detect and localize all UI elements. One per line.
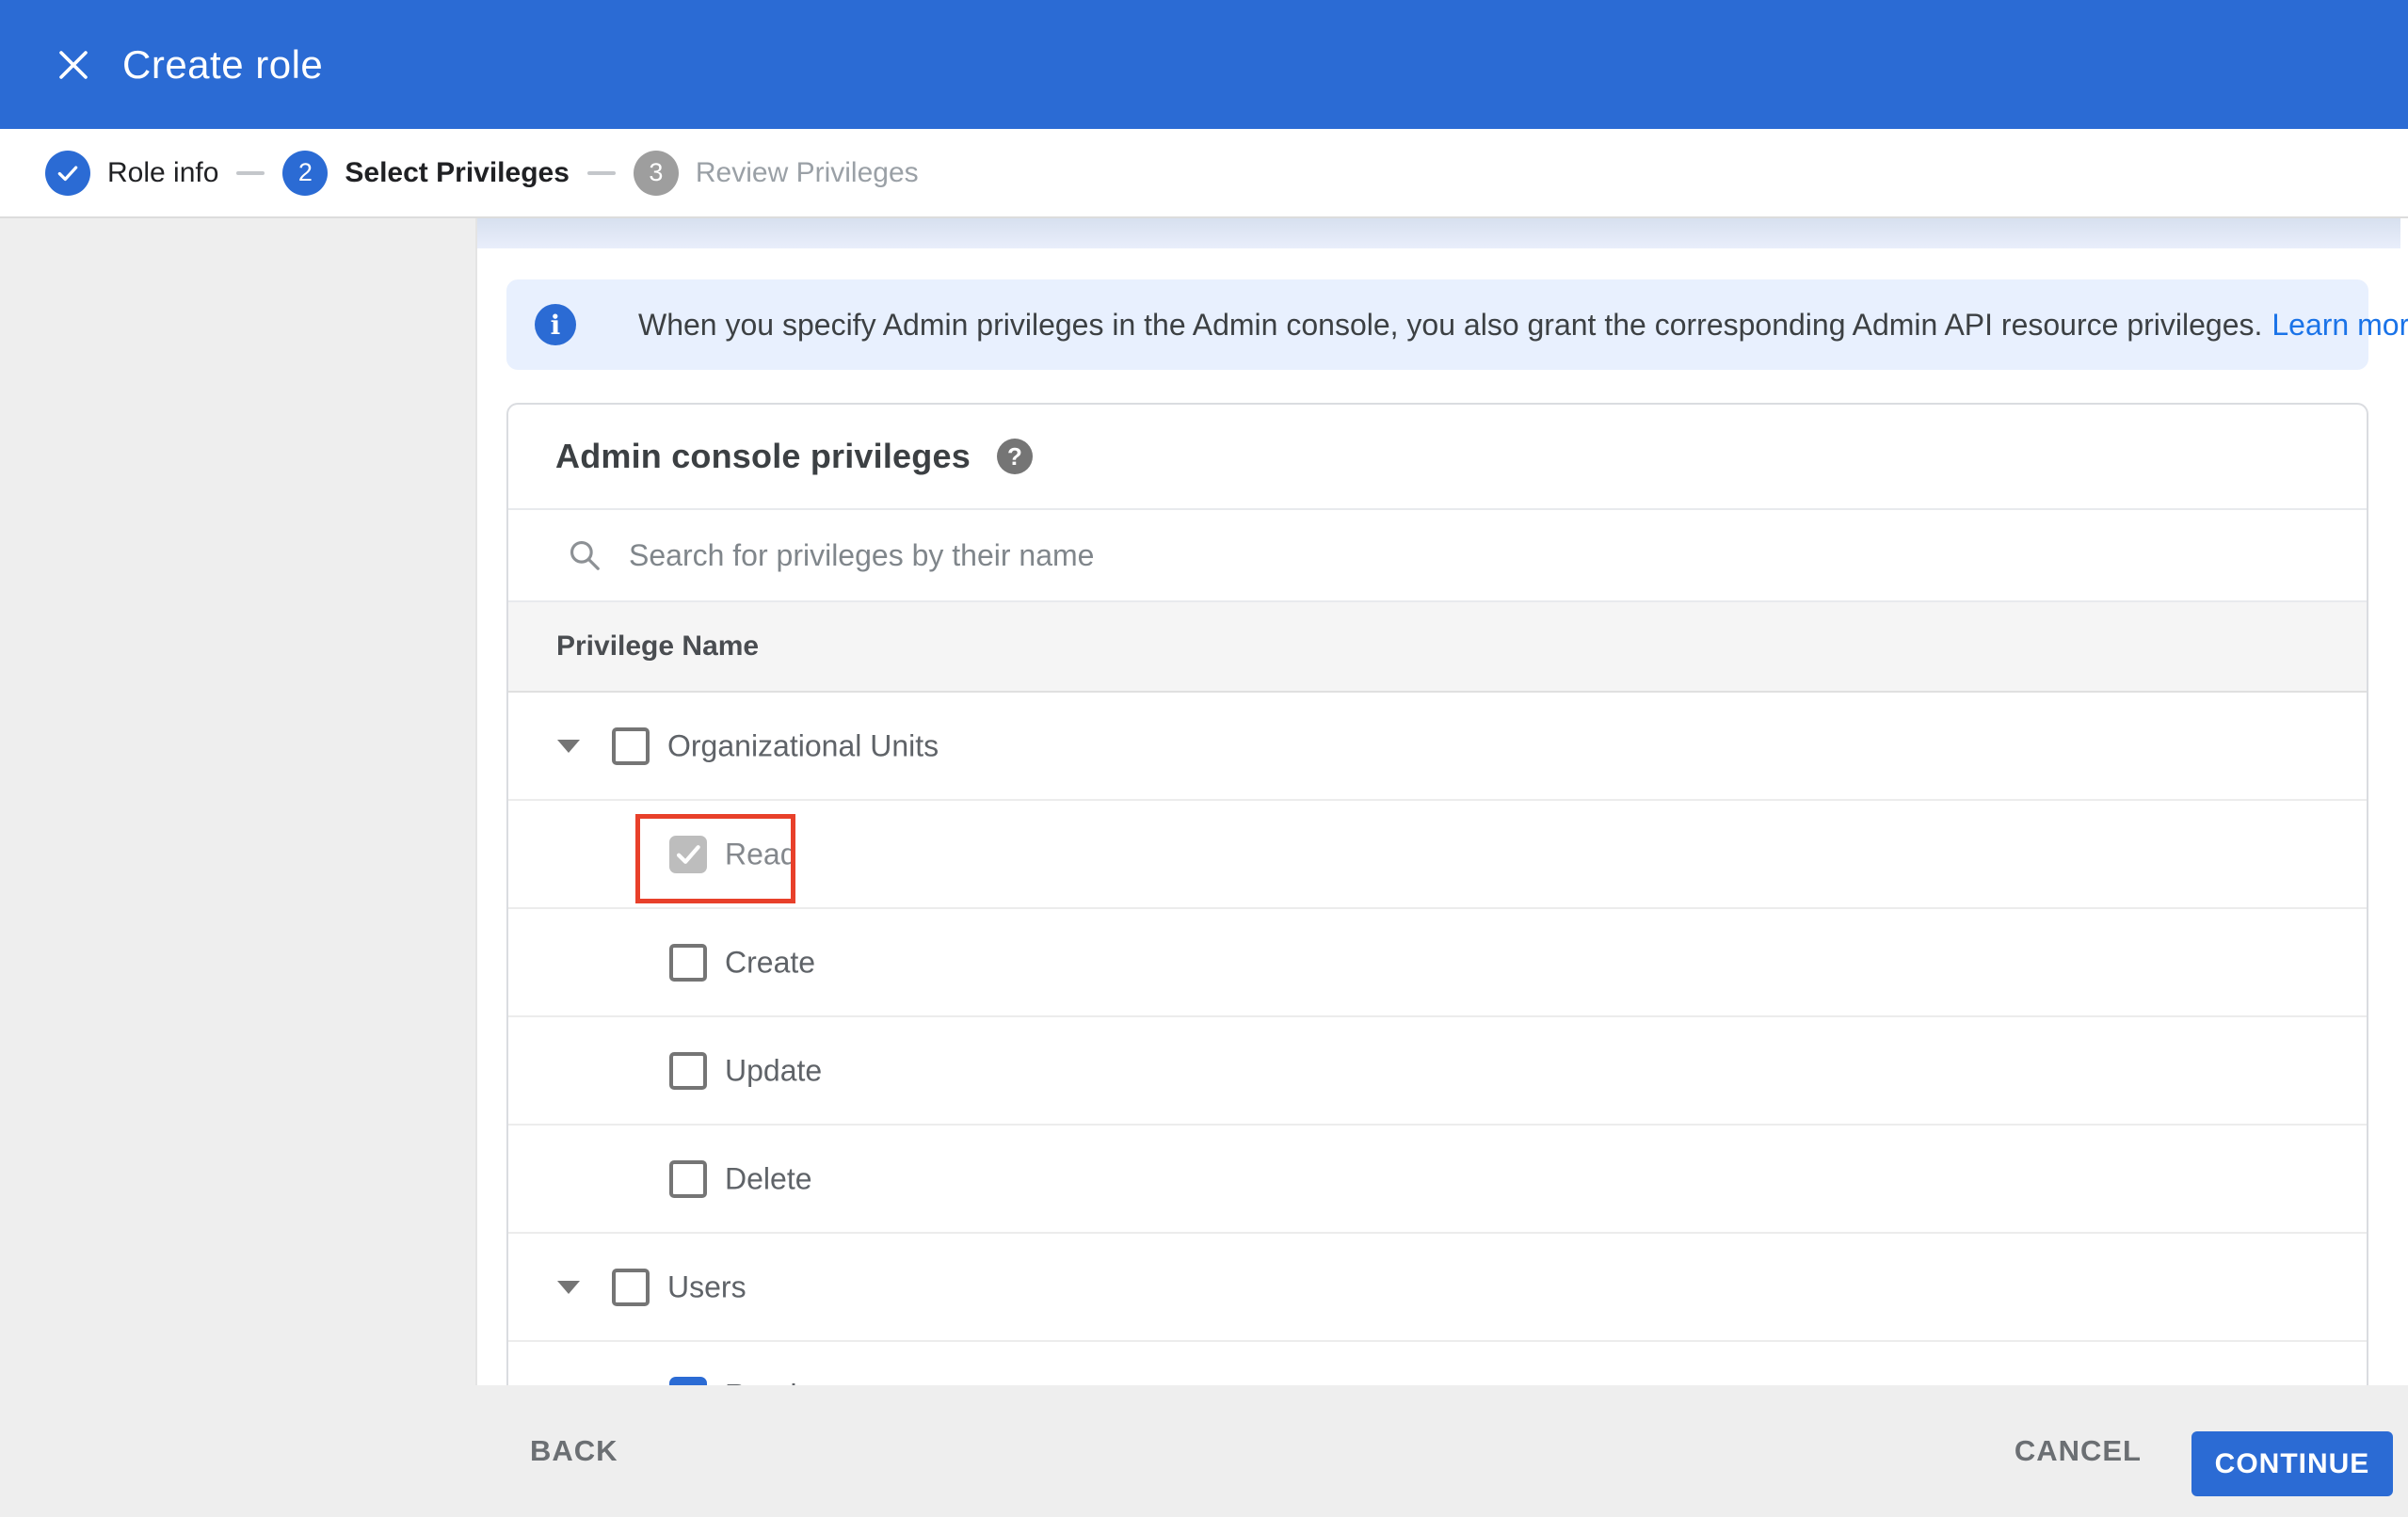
page-title: Create role bbox=[122, 41, 324, 87]
privilege-label: Organizational Units bbox=[667, 728, 939, 762]
row-org-units-update: Update bbox=[508, 1017, 2367, 1126]
step-2-badge: 2 bbox=[282, 150, 329, 196]
privilege-label: Users bbox=[667, 1269, 746, 1303]
close-icon[interactable] bbox=[45, 0, 102, 129]
collapse-arrow-icon[interactable] bbox=[557, 739, 580, 753]
step-review-privileges[interactable]: 3 Review Privileges bbox=[633, 150, 919, 196]
step-2-label: Select Privileges bbox=[345, 156, 570, 188]
checkbox-users-read[interactable] bbox=[669, 1376, 707, 1385]
search-input[interactable] bbox=[627, 536, 2043, 574]
back-button[interactable]: BACK bbox=[530, 1385, 618, 1517]
privilege-label: Create bbox=[725, 945, 816, 979]
row-org-units-delete: Delete bbox=[508, 1126, 2367, 1234]
info-icon: i bbox=[535, 304, 576, 345]
step-1-check-icon bbox=[45, 150, 90, 196]
stepper-divider bbox=[586, 170, 616, 175]
cancel-button[interactable]: CANCEL bbox=[2015, 1385, 2142, 1517]
checkbox-read-disabled[interactable] bbox=[669, 835, 707, 873]
stepper-divider bbox=[236, 170, 265, 175]
continue-button[interactable]: CONTINUE bbox=[2191, 1431, 2393, 1496]
learn-more-link[interactable]: Learn more bbox=[2272, 308, 2408, 343]
checkbox-create[interactable] bbox=[669, 943, 707, 982]
search-icon bbox=[570, 540, 600, 570]
row-users-read: Read bbox=[508, 1342, 2367, 1385]
checkbox-users[interactable] bbox=[612, 1268, 650, 1306]
privilege-name-header: Privilege Name bbox=[556, 631, 760, 662]
content-viewport: i When you specify Admin privileges in t… bbox=[475, 218, 2408, 1385]
privilege-label: Read bbox=[725, 837, 797, 870]
close-x-glyph bbox=[59, 50, 88, 79]
card-header: Admin console privileges ? bbox=[508, 405, 2367, 510]
scrolled-content-edge bbox=[477, 218, 2400, 248]
footer-action-bar: BACK CANCEL CONTINUE bbox=[0, 1385, 2408, 1517]
table-column-header: Privilege Name bbox=[508, 602, 2367, 693]
help-icon[interactable]: ? bbox=[996, 439, 1033, 474]
privilege-search-row bbox=[508, 510, 2367, 602]
row-org-units-read: Read bbox=[508, 801, 2367, 909]
row-org-units-create: Create bbox=[508, 909, 2367, 1017]
card-title: Admin console privileges bbox=[555, 437, 971, 475]
wizard-stepper: Role info 2 Select Privileges 3 Review P… bbox=[0, 129, 2408, 218]
privilege-label: Delete bbox=[725, 1161, 812, 1195]
step-select-privileges[interactable]: 2 Select Privileges bbox=[282, 150, 570, 196]
checkbox-delete[interactable] bbox=[669, 1159, 707, 1198]
admin-console-privileges-card: Admin console privileges ? Privilege Nam… bbox=[506, 403, 2368, 1385]
step-1-label: Role info bbox=[107, 156, 219, 188]
privilege-label: Update bbox=[725, 1053, 823, 1087]
row-users: Users bbox=[508, 1234, 2367, 1342]
step-3-label: Review Privileges bbox=[695, 156, 919, 188]
banner-text: When you specify Admin privileges in the… bbox=[638, 307, 2263, 342]
collapse-arrow-icon[interactable] bbox=[557, 1280, 580, 1294]
create-role-dialog: Create role Role info 2 Select Privilege… bbox=[0, 0, 2408, 1517]
checkbox-update[interactable] bbox=[669, 1051, 707, 1090]
privilege-label: Read bbox=[725, 1378, 797, 1385]
app-bar: Create role bbox=[0, 0, 2408, 129]
row-organizational-units: Organizational Units bbox=[508, 693, 2367, 801]
step-role-info[interactable]: Role info bbox=[45, 150, 219, 196]
info-banner: i When you specify Admin privileges in t… bbox=[506, 279, 2408, 370]
checkbox-organizational-units[interactable] bbox=[612, 727, 650, 765]
step-3-badge: 3 bbox=[633, 150, 679, 196]
